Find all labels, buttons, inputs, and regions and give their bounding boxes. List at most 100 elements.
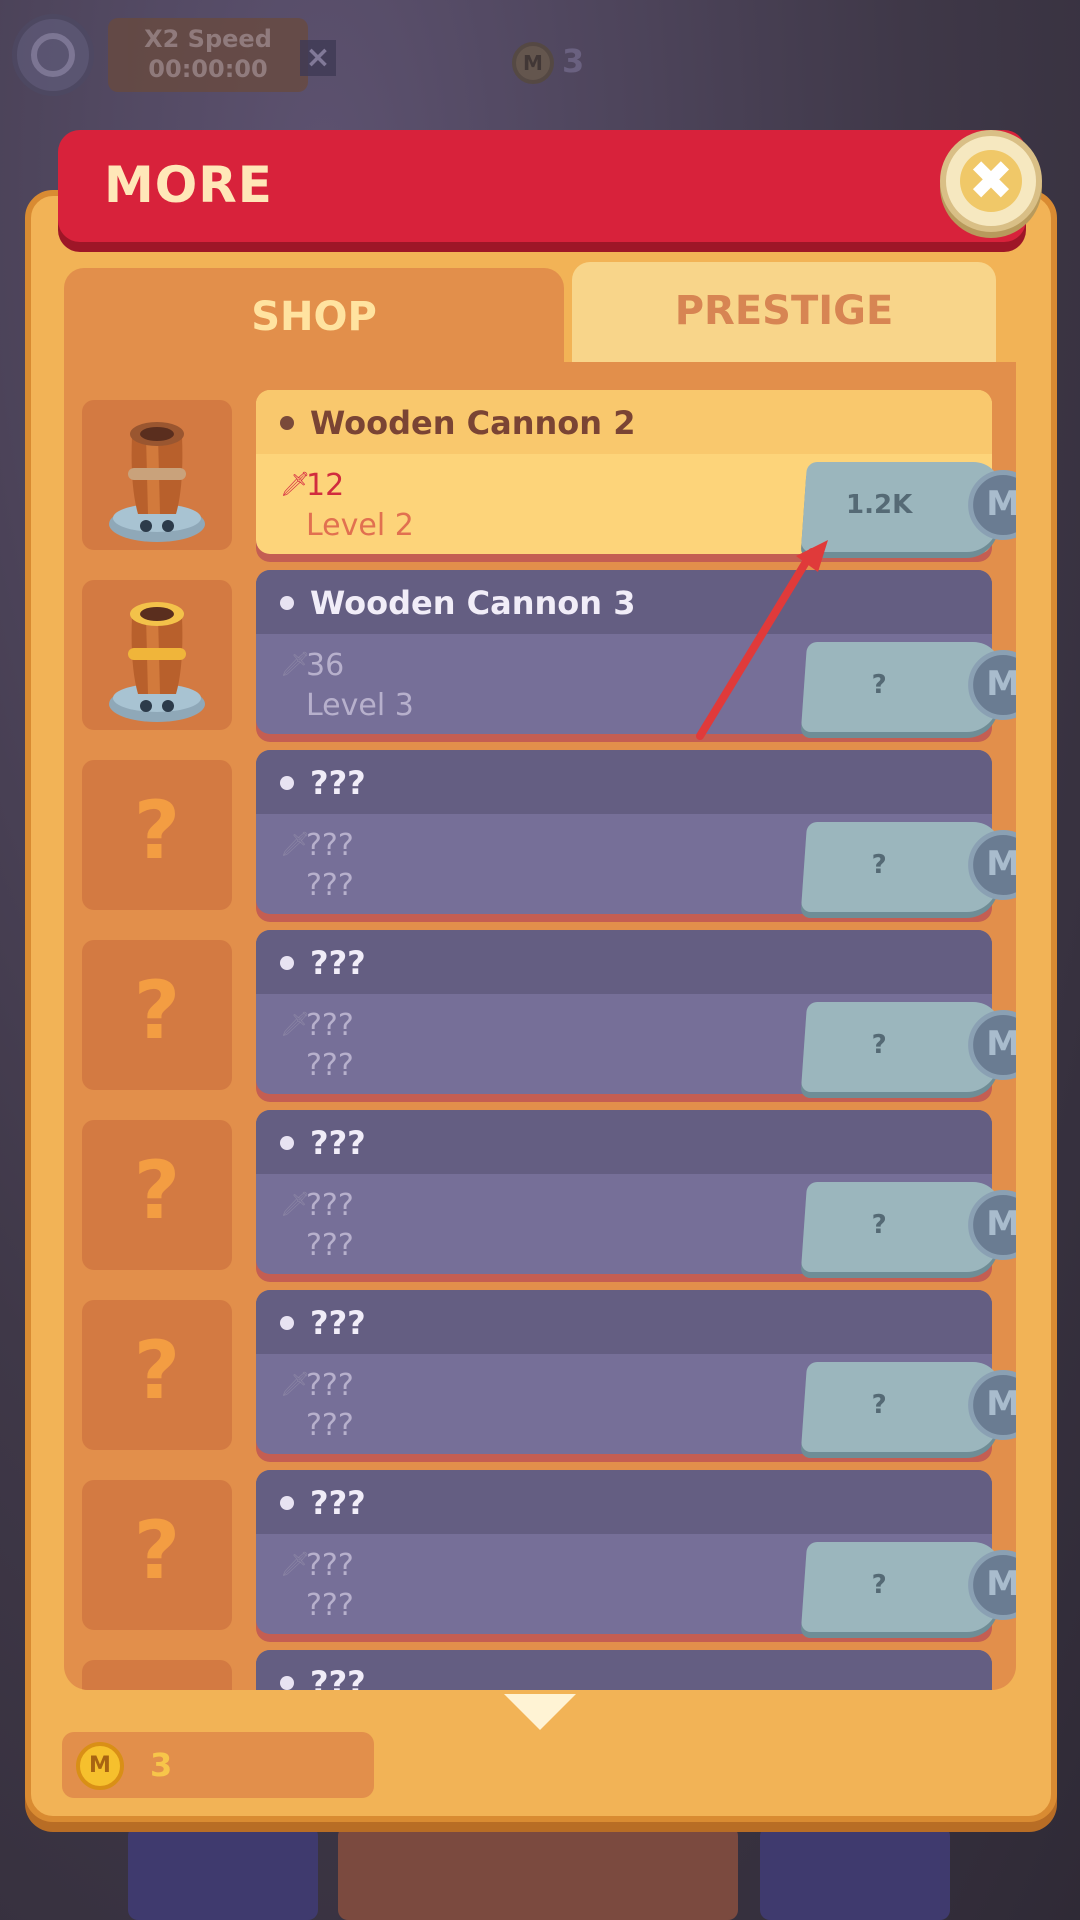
speed-label: X2 Speed — [144, 25, 272, 53]
shop-item-name: ??? — [310, 1304, 366, 1342]
panel-title: MORE — [104, 156, 273, 214]
shop-item-name: Wooden Cannon 2 — [310, 404, 636, 442]
locked-item-thumb: ? — [82, 1300, 232, 1450]
buy-price: ? — [871, 1030, 887, 1060]
buy-button[interactable]: ? M — [800, 1002, 1016, 1092]
shop-item-damage: 12 — [306, 468, 345, 503]
bullet-icon — [280, 1676, 294, 1690]
shop-item[interactable]: ????🗡???????M — [64, 750, 1016, 918]
shop-item-level: ??? — [306, 1228, 354, 1263]
shop-item-header — [256, 750, 992, 814]
hud-coin-icon: M — [512, 42, 554, 84]
currency-coin-icon: M — [968, 1190, 1016, 1260]
shop-item[interactable]: Wooden Cannon 2 🗡 12 Level 2 1.2K M — [64, 390, 1016, 558]
buy-price: ? — [871, 670, 887, 700]
buy-price: ? — [871, 1390, 887, 1420]
buy-price: 1.2K — [846, 490, 913, 520]
shop-item-name: ??? — [310, 764, 366, 802]
shop-item-header — [256, 1470, 992, 1534]
buy-button[interactable]: ? M — [800, 1182, 1016, 1272]
bullet-icon — [280, 776, 294, 790]
shop-content: Wooden Cannon 2 🗡 12 Level 2 1.2K M Wooden Can… — [64, 362, 1016, 1690]
shop-item-card[interactable]: ???🗡?????? — [256, 1650, 992, 1690]
speed-timer: 00:00:00 — [148, 55, 268, 83]
shop-item-damage: ??? — [306, 1008, 354, 1043]
buy-button[interactable]: ? M — [800, 822, 1016, 912]
shop-item-damage: 36 — [306, 648, 345, 683]
currency-coin-icon: M — [968, 650, 1016, 720]
shop-item-level: ??? — [306, 1408, 354, 1443]
locked-item-thumb: ? — [82, 1480, 232, 1630]
bottom-button-right[interactable] — [760, 1826, 950, 1920]
buy-price: ? — [871, 1570, 887, 1600]
shop-item-name: Wooden Cannon 3 — [310, 584, 636, 622]
buy-button[interactable]: ? M — [800, 1542, 1016, 1632]
settings-button[interactable] — [12, 14, 94, 96]
bullet-icon — [280, 596, 294, 610]
shop-item-header — [256, 1110, 992, 1174]
bottom-button-left[interactable] — [128, 1826, 318, 1920]
buy-price: ? — [871, 1210, 887, 1240]
cannon-icon — [109, 422, 205, 542]
shop-item-level: ??? — [306, 1048, 354, 1083]
currency-coin-icon: M — [968, 1010, 1016, 1080]
shop-item[interactable]: ????🗡???????M — [64, 1290, 1016, 1458]
shop-item-name: ??? — [310, 1664, 366, 1690]
buy-button[interactable]: ? M — [800, 1362, 1016, 1452]
speed-boost-button[interactable]: X2 Speed 00:00:00 — [108, 18, 308, 92]
bullet-icon — [280, 956, 294, 970]
shop-item-name: ??? — [310, 944, 366, 982]
buy-button[interactable]: 1.2K M — [800, 462, 1016, 552]
coin-balance-value: 3 — [150, 1746, 173, 1784]
shop-item-name: ??? — [310, 1124, 366, 1162]
shop-item-damage: ??? — [306, 1548, 354, 1583]
shop-item-header — [256, 1650, 992, 1690]
shop-item-level: Level 3 — [306, 688, 414, 723]
coin-icon: M — [76, 1742, 124, 1790]
shop-item[interactable]: ????🗡???????M — [64, 1470, 1016, 1638]
shop-item[interactable]: ????🗡???????M — [64, 1110, 1016, 1278]
shop-item-damage: ??? — [306, 1368, 354, 1403]
bullet-icon — [280, 1496, 294, 1510]
buy-price: ? — [871, 850, 887, 880]
close-button[interactable]: ✖ — [940, 130, 1042, 232]
locked-item-thumb: ? — [82, 760, 232, 910]
question-mark-icon: ? — [133, 964, 181, 1057]
tab-prestige[interactable]: PRESTIGE — [572, 262, 996, 362]
question-mark-icon: ? — [133, 1504, 181, 1597]
shop-item-level: ??? — [306, 1588, 354, 1623]
shop-item[interactable]: ????🗡???????M — [64, 930, 1016, 1098]
bottom-button-center[interactable] — [338, 1826, 738, 1920]
shop-item[interactable]: ????🗡???????M — [64, 1650, 1016, 1690]
cannon-icon — [109, 602, 205, 722]
tab-prestige-label: PRESTIGE — [674, 288, 894, 334]
buy-button[interactable]: ? M — [800, 642, 1016, 732]
tab-shop-label: SHOP — [251, 294, 377, 340]
currency-coin-icon: M — [968, 1370, 1016, 1440]
tab-shop[interactable]: SHOP — [64, 268, 564, 364]
wooden-cannon-2-icon — [82, 400, 232, 550]
currency-coin-icon: M — [968, 470, 1016, 540]
shop-item-header — [256, 930, 992, 994]
question-mark-icon: ? — [133, 1324, 181, 1417]
locked-item-thumb: ? — [82, 940, 232, 1090]
currency-coin-icon: M — [968, 1550, 1016, 1620]
coin-balance: M 3 — [62, 1732, 374, 1798]
bullet-icon — [280, 416, 294, 430]
panel-header: MORE — [58, 130, 1026, 242]
currency-coin-icon: M — [968, 830, 1016, 900]
locked-item-thumb: ? — [82, 1120, 232, 1270]
shop-item-damage: ??? — [306, 828, 354, 863]
shop-item-damage: ??? — [306, 1188, 354, 1223]
shop-item-header — [256, 1290, 992, 1354]
shop-item-name: ??? — [310, 1484, 366, 1522]
question-mark-icon: ? — [133, 1144, 181, 1237]
shop-list[interactable]: Wooden Cannon 2 🗡 12 Level 2 1.2K M Wooden Can… — [64, 362, 1016, 1690]
wooden-cannon-3-icon — [82, 580, 232, 730]
shop-item-level: Level 2 — [306, 508, 414, 543]
question-mark-icon: ? — [82, 1684, 232, 1690]
speed-close-icon[interactable]: × — [300, 40, 336, 76]
question-mark-icon: ? — [133, 784, 181, 877]
locked-item-thumb: ? — [82, 1660, 232, 1690]
shop-item[interactable]: Wooden Cannon 3 🗡 36 Level 3? M — [64, 570, 1016, 738]
